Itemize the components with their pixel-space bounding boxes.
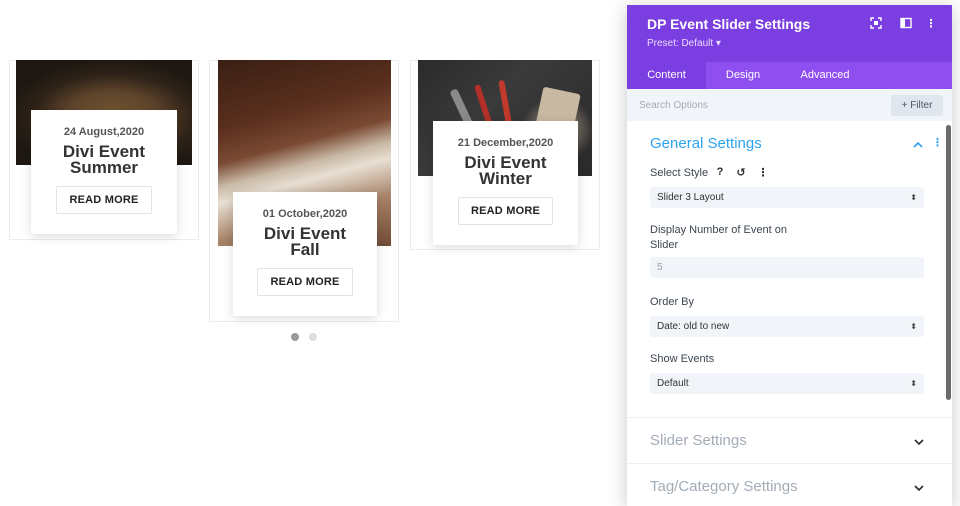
read-more-button[interactable]: READ MORE — [457, 197, 554, 225]
display-number-label-line2: Slider — [650, 239, 679, 251]
event-date: 01 October,2020 — [262, 208, 348, 220]
section-options-icon[interactable]: ⋮ — [932, 136, 943, 149]
select-style-value: Slider 3 Layout — [657, 192, 724, 203]
search-options-input[interactable] — [639, 95, 869, 115]
show-events-value: Default — [657, 378, 689, 389]
tab-design[interactable]: Design — [706, 62, 780, 89]
slider-dot-1[interactable] — [291, 333, 299, 341]
event-date: 21 December,2020 — [457, 137, 554, 149]
panel-header: DP Event Slider Settings Preset: Default… — [627, 5, 952, 62]
section-divider — [627, 463, 952, 464]
read-more-button[interactable]: READ MORE — [257, 268, 353, 296]
select-style-label: Select Style — [650, 167, 709, 179]
event-title: Divi Event Fall — [233, 225, 377, 259]
panel-tabs: Content Design Advanced — [627, 62, 952, 89]
chevron-down-icon[interactable] — [914, 437, 924, 449]
tab-content[interactable]: Content — [627, 62, 706, 89]
display-number-label-line1: Display Number of Event on — [650, 224, 787, 236]
chevron-up-icon[interactable] — [913, 139, 923, 151]
dropdown-arrows-icon: ⬍ — [910, 193, 917, 202]
order-by-label: Order By — [650, 296, 695, 308]
filter-button[interactable]: + Filter — [891, 95, 943, 116]
read-more-button[interactable]: READ MORE — [56, 186, 152, 214]
slider-dot-2[interactable] — [309, 333, 317, 341]
tab-advanced[interactable]: Advanced — [780, 62, 870, 89]
order-by-value: Date: old to new — [657, 321, 730, 332]
settings-panel: DP Event Slider Settings Preset: Default… — [627, 5, 952, 506]
event-info-box: 24 August,2020 Divi Event Summer READ MO… — [31, 110, 177, 234]
show-events-label: Show Events — [650, 353, 715, 365]
event-title: Divi Event Summer — [31, 143, 177, 177]
fullscreen-icon[interactable] — [869, 17, 883, 31]
event-info-box: 01 October,2020 Divi Event Fall READ MOR… — [233, 192, 377, 316]
panel-title: DP Event Slider Settings — [647, 16, 811, 32]
reset-icon[interactable]: ↺ — [735, 166, 747, 179]
event-info-box: 21 December,2020 Divi Event Winter READ … — [433, 121, 578, 245]
help-icon[interactable]: ? — [714, 166, 726, 178]
tool-shape — [498, 79, 512, 125]
search-row: + Filter — [627, 89, 952, 121]
display-number-label: Display Number of Event on Slider — [650, 223, 787, 253]
general-settings-toggle[interactable]: General Settings — [650, 135, 762, 152]
dropdown-arrows-icon: ⬍ — [910, 379, 917, 388]
display-number-input[interactable] — [650, 257, 924, 278]
section-divider — [627, 417, 952, 418]
dropdown-arrows-icon: ⬍ — [910, 322, 917, 331]
preset-dropdown[interactable]: Preset: Default ▾ — [647, 38, 721, 49]
chevron-down-icon[interactable] — [914, 483, 924, 495]
slider-settings-toggle[interactable]: Slider Settings — [650, 432, 747, 449]
event-title: Divi Event Winter — [433, 154, 578, 188]
event-title-line2: Summer — [69, 158, 139, 177]
split-view-icon[interactable] — [899, 17, 913, 31]
event-date: 24 August,2020 — [63, 126, 145, 138]
order-by-dropdown[interactable]: Date: old to new ⬍ — [650, 316, 924, 337]
tag-category-settings-toggle[interactable]: Tag/Category Settings — [650, 478, 798, 495]
panel-scrollbar[interactable] — [946, 125, 951, 400]
more-options-icon[interactable]: ⋮ — [924, 17, 938, 31]
tool-shape — [473, 84, 493, 124]
show-events-dropdown[interactable]: Default ⬍ — [650, 373, 924, 394]
field-options-icon[interactable]: ⋮ — [757, 166, 769, 179]
select-style-dropdown[interactable]: Slider 3 Layout ⬍ — [650, 187, 924, 208]
event-title-line2: Fall — [290, 240, 320, 259]
event-title-line2: Winter — [479, 169, 532, 188]
